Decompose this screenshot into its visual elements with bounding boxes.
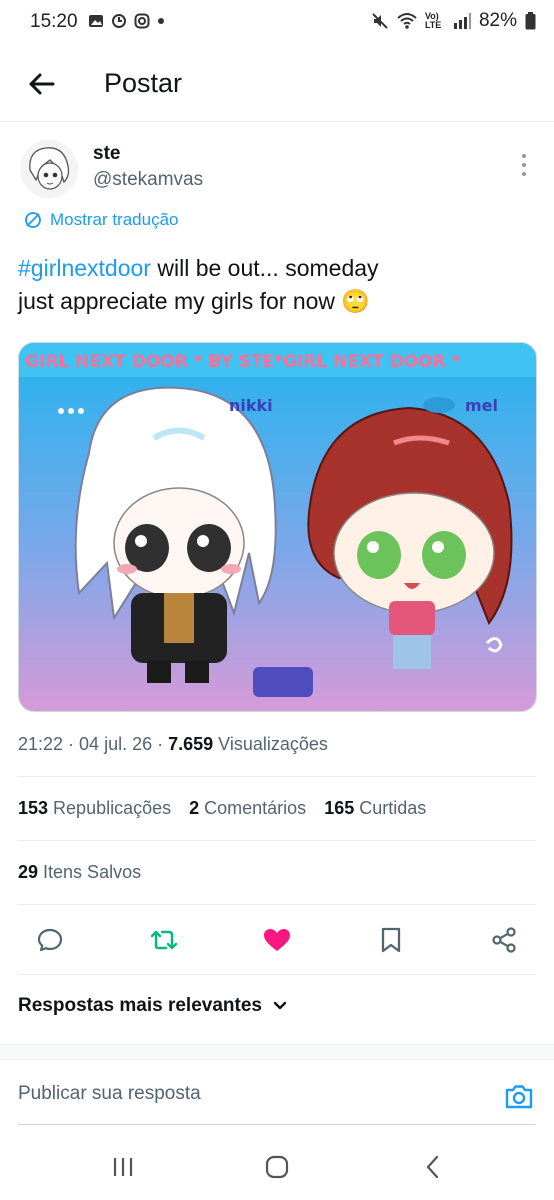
like-button[interactable] (257, 920, 297, 960)
section-separator (0, 1044, 554, 1060)
views-count: 7.659 (168, 734, 214, 754)
recents-button[interactable] (103, 1147, 143, 1187)
author-handle[interactable]: @stekamvas (93, 169, 203, 191)
status-time: 15:20 (30, 11, 78, 32)
gallery-notification-icon (89, 15, 103, 27)
page-title: Postar (104, 68, 183, 98)
media-label-mel: mel (465, 396, 498, 415)
home-icon (265, 1155, 289, 1179)
reply-input-underline (18, 1124, 536, 1125)
translate-link[interactable]: Mostrar tradução (24, 210, 179, 230)
status-right: Vo) LTE 82% (371, 10, 536, 32)
bookmark-icon (381, 927, 400, 953)
media-label-nikki: nikki (229, 396, 273, 415)
mute-icon (372, 13, 388, 29)
recents-icon (113, 1158, 133, 1176)
more-options-button[interactable] (513, 150, 535, 180)
meta-separator: · (63, 734, 80, 754)
translate-label: Mostrar tradução (50, 210, 179, 229)
saved-stat[interactable]: 29 Itens Salvos (18, 862, 141, 883)
tweet-date: 04 jul. 26 (79, 734, 153, 754)
camera-button[interactable] (501, 1079, 537, 1115)
comment-icon (37, 928, 63, 952)
divider (18, 904, 536, 905)
replies-sort-label: Respostas mais relevantes (18, 995, 262, 1016)
tweet-media-image[interactable]: GIRL NEXT DOOR * BY STE*GIRL NEXT DOOR *… (18, 342, 537, 712)
status-notification-icons (88, 13, 165, 29)
dot-icon (158, 18, 164, 24)
instagram-notification-icon (134, 13, 150, 29)
repost-icon (150, 930, 177, 950)
media-banner-text: GIRL NEXT DOOR * BY STE*GIRL NEXT DOOR * (25, 352, 461, 372)
likes-stat[interactable]: 165 Curtidas (324, 798, 426, 819)
action-bar (30, 918, 524, 962)
heart-icon (264, 929, 290, 951)
author-name[interactable]: ste (93, 143, 120, 165)
views-label[interactable]: Visualizações (213, 734, 328, 754)
chevron-down-icon (273, 1001, 287, 1010)
nav-back-icon (426, 1155, 439, 1179)
divider (18, 840, 536, 841)
tweet-text: #girlnextdoor will be out... someday jus… (18, 252, 538, 318)
battery-percent: 82% (478, 10, 517, 31)
avatar[interactable] (20, 140, 78, 198)
signal-icon (453, 13, 471, 29)
bookmark-button[interactable] (371, 920, 411, 960)
tweet-time: 21:22 (18, 734, 64, 754)
reply-button[interactable] (30, 920, 70, 960)
status-bar: 15:20 Vo) LTE 82% (0, 0, 554, 46)
comments-stat[interactable]: 2 Comentários (189, 798, 306, 819)
tweet-line2: just appreciate my girls for now 🙄 (18, 288, 371, 314)
share-button[interactable] (484, 920, 524, 960)
share-icon (492, 927, 516, 953)
camera-icon (505, 1085, 533, 1109)
wifi-icon (397, 13, 417, 29)
arrow-left-icon (29, 73, 55, 95)
top-header: Postar (0, 46, 554, 122)
tweet-meta: 21:22 · 04 jul. 26 · 7.659 Visualizações (18, 734, 328, 755)
repost-button[interactable] (144, 920, 184, 960)
hashtag-link[interactable]: #girlnextdoor (18, 255, 151, 281)
reposts-stat[interactable]: 153 Republicações (18, 798, 171, 819)
home-button[interactable] (257, 1147, 297, 1187)
reply-input[interactable]: Publicar sua resposta (18, 1083, 201, 1105)
back-button[interactable] (24, 66, 60, 102)
nav-back-button[interactable] (413, 1147, 453, 1187)
battery-icon (525, 12, 536, 30)
meta-separator: · (152, 734, 169, 754)
translate-icon (25, 212, 41, 228)
divider (18, 776, 536, 777)
divider (18, 974, 536, 975)
more-vertical-icon (522, 154, 526, 176)
network-label: Vo) LTE (424, 11, 442, 30)
app-notification-icon (112, 14, 126, 28)
replies-sort-dropdown[interactable]: Respostas mais relevantes (18, 995, 288, 1017)
tweet-line1: will be out... someday (150, 255, 379, 281)
engagement-stats: 153 Republicações 2 Comentários 165 Curt… (18, 798, 426, 819)
system-nav-bar (0, 1136, 554, 1200)
